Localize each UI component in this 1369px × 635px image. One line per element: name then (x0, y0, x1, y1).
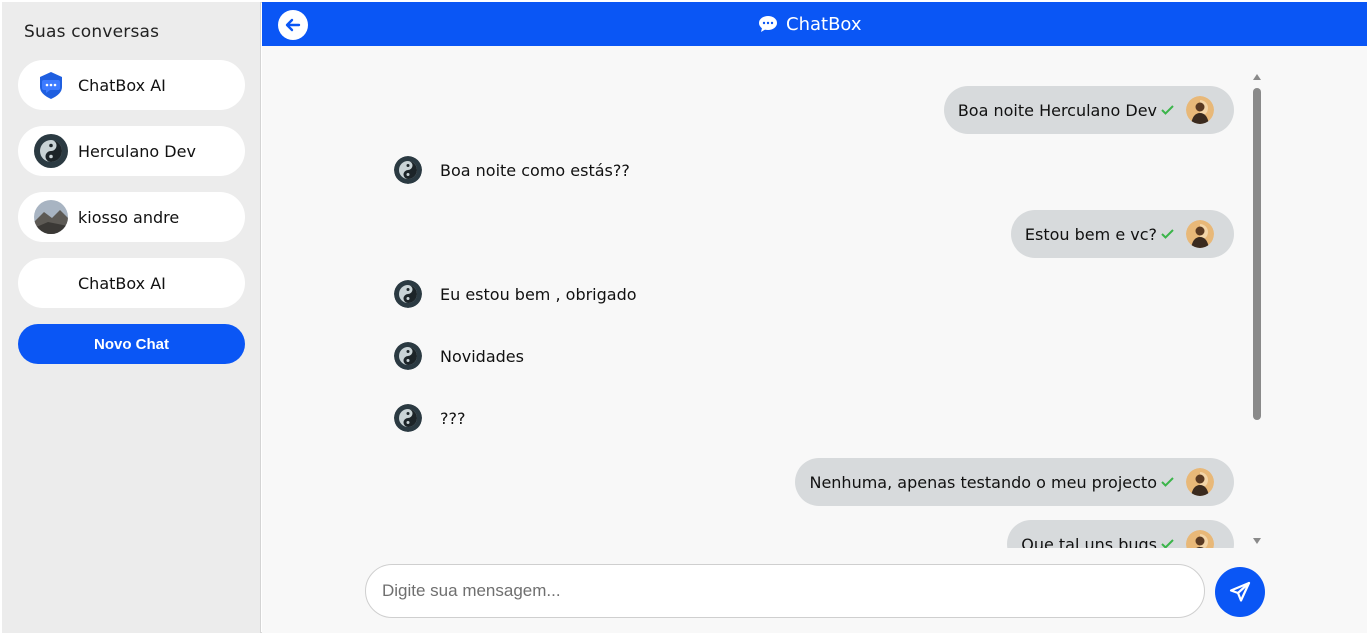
conversation-item-chatbox-ai-2[interactable]: ChatBox AI (18, 258, 245, 308)
message-text: Nenhuma, apenas testando o meu projecto (809, 472, 1157, 492)
page-title: ChatBox (786, 13, 862, 35)
received-message: ??? (394, 403, 465, 433)
user-avatar-icon (1186, 530, 1214, 548)
conversation-item-herculano-dev[interactable]: Herculano Dev (18, 126, 245, 176)
check-icon (1161, 477, 1174, 487)
sent-message: Estou bem e vc? (1010, 210, 1234, 258)
scroll-up-arrow-icon[interactable] (1253, 74, 1261, 80)
conversation-name: ChatBox AI (78, 75, 166, 95)
header-title-group: ChatBox (758, 2, 862, 46)
sent-message: Oue tal uns bugs (1007, 520, 1234, 548)
send-paper-plane-icon (1229, 581, 1251, 602)
send-button[interactable] (1215, 567, 1265, 617)
new-chat-button[interactable]: Novo Chat (18, 324, 245, 364)
user-avatar-icon (1186, 468, 1214, 496)
message-text: Boa noite Herculano Dev (957, 100, 1157, 120)
message-input[interactable] (365, 564, 1205, 618)
message-text: Eu estou bem , obrigado (440, 284, 637, 304)
yin-yang-avatar-icon (394, 156, 422, 184)
chat-bubble-icon (759, 16, 777, 32)
conversations-sidebar: Suas conversas ChatBox AI Herculano Dev (2, 2, 261, 633)
conversation-item-kiosso-andre[interactable]: kiosso andre (18, 192, 245, 242)
landscape-avatar-icon (34, 200, 68, 234)
scrollbar-thumb[interactable] (1253, 88, 1261, 420)
chat-header: ChatBox (262, 2, 1367, 46)
check-icon (1161, 105, 1174, 115)
received-message: Novidades (394, 341, 524, 371)
chat-area: Boa noite Herculano Dev Boa noite como e… (262, 46, 1367, 633)
messages-scrollbar[interactable] (1250, 74, 1264, 544)
conversation-name: Herculano Dev (78, 141, 196, 161)
chatbox-ai-logo-icon (34, 68, 68, 102)
user-avatar-icon (1186, 220, 1214, 248)
scroll-down-arrow-icon[interactable] (1253, 538, 1261, 544)
message-text: Novidades (440, 346, 524, 366)
yin-yang-avatar-icon (34, 134, 68, 168)
yin-yang-avatar-icon (394, 342, 422, 370)
conversation-name: ChatBox AI (78, 273, 166, 293)
message-text: ??? (440, 408, 466, 428)
check-icon (1161, 539, 1174, 548)
arrow-left-icon (285, 18, 301, 32)
user-avatar-icon (1186, 96, 1214, 124)
conversation-item-chatbox-ai[interactable]: ChatBox AI (18, 60, 245, 110)
back-button[interactable] (278, 10, 308, 40)
message-text: Boa noite como estás?? (440, 160, 630, 180)
check-icon (1161, 229, 1174, 239)
received-message: Eu estou bem , obrigado (394, 279, 637, 309)
message-text: Estou bem e vc? (1024, 224, 1157, 244)
conversation-name: kiosso andre (78, 207, 180, 227)
sent-message: Nenhuma, apenas testando o meu projecto (795, 458, 1234, 506)
yin-yang-avatar-icon (394, 280, 422, 308)
sent-message: Boa noite Herculano Dev (943, 86, 1234, 134)
sidebar-title: Suas conversas (24, 22, 160, 42)
message-text: Oue tal uns bugs (1021, 534, 1157, 549)
yin-yang-avatar-icon (394, 404, 422, 432)
messages-list[interactable]: Boa noite Herculano Dev Boa noite como e… (262, 46, 1265, 548)
received-message: Boa noite como estás?? (394, 155, 630, 185)
